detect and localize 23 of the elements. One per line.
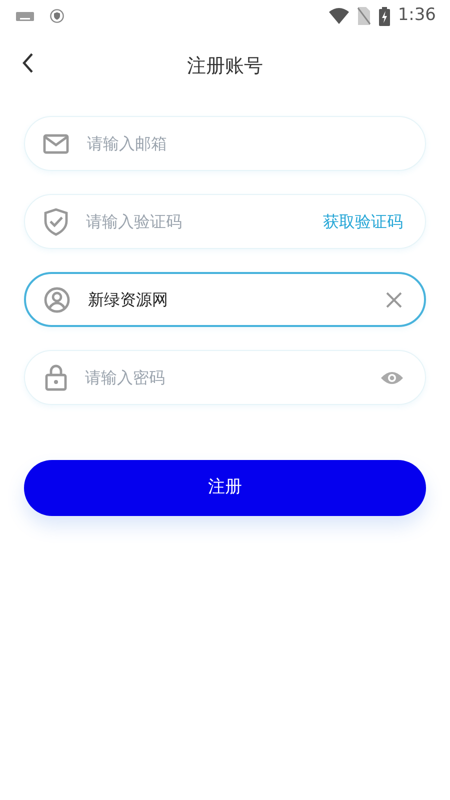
text-input[interactable]: 新绿资源网 [88,288,386,312]
username-field[interactable]: 新绿资源网 [24,272,426,327]
email-field[interactable]: 请输入邮箱 [24,116,426,171]
wifi-icon [328,8,349,24]
lock-icon [45,364,67,391]
clear-icon[interactable] [386,292,402,308]
keyboard-icon [16,12,34,20]
eye-icon[interactable] [381,370,403,384]
no-sim-icon [356,7,371,25]
email-icon [43,134,69,154]
text-input[interactable]: 请输入邮箱 [87,132,403,156]
status-time: 1:36 [398,4,436,28]
shield-icon [50,9,64,23]
back-button[interactable] [22,52,34,74]
shield-check-icon [44,208,68,236]
back-icon [22,52,34,74]
text-input[interactable]: 请输入验证码 [86,210,323,234]
user-icon [44,286,70,312]
register-button[interactable]: 注册 [24,460,426,516]
password-field[interactable]: 请输入密码 [24,350,426,405]
page-title: 注册账号 [187,54,263,79]
text-input[interactable]: 请输入密码 [85,366,381,390]
battery-icon [378,6,390,26]
